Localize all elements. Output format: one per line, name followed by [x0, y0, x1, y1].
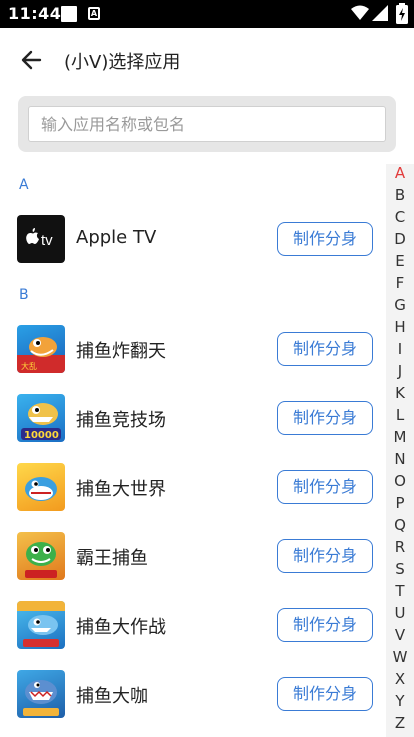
notification-square-icon [61, 6, 77, 22]
list-item: tv Apple TV 制作分身 [0, 209, 384, 269]
fish-game-icon-4 [17, 532, 65, 580]
signal-icon [372, 5, 388, 21]
fish-game-icon-6 [17, 670, 65, 718]
clone-button[interactable]: 制作分身 [277, 470, 373, 504]
app-name: 捕鱼大咖 [76, 686, 148, 707]
clone-button[interactable]: 制作分身 [277, 222, 373, 256]
alpha-letter-w[interactable]: W [386, 648, 414, 666]
app-name: 捕鱼大作战 [76, 617, 166, 638]
fish-game-icon-1: 大乱 [17, 325, 65, 373]
wifi-icon [351, 5, 369, 20]
list-item: 10000 捕鱼竞技场 制作分身 [0, 388, 384, 448]
status-bar: 11:44 A [0, 0, 414, 28]
alpha-letter-d[interactable]: D [386, 230, 414, 248]
apple-tv-icon: tv [17, 215, 65, 263]
fish-game-icon-3 [17, 463, 65, 511]
a-notification-icon: A [88, 7, 100, 20]
alpha-letter-p[interactable]: P [386, 494, 414, 512]
app-name: 捕鱼大世界 [76, 479, 166, 500]
clone-button[interactable]: 制作分身 [277, 539, 373, 573]
alpha-letter-o[interactable]: O [386, 472, 414, 490]
apple-tv-label: tv [41, 232, 53, 249]
alpha-letter-v[interactable]: V [386, 626, 414, 644]
status-time: 11:44 [8, 4, 62, 23]
alpha-letter-i[interactable]: I [386, 340, 414, 358]
svg-text:大乱: 大乱 [21, 361, 37, 371]
app-name: 捕鱼炸翻天 [76, 341, 166, 362]
alpha-letter-l[interactable]: L [386, 406, 414, 424]
alpha-letter-a[interactable]: A [386, 164, 414, 182]
alpha-letter-k[interactable]: K [386, 384, 414, 402]
list-item: 捕鱼大作战 制作分身 [0, 595, 384, 655]
arrow-left-icon[interactable] [18, 46, 46, 74]
alpha-letter-r[interactable]: R [386, 538, 414, 556]
alpha-letter-q[interactable]: Q [386, 516, 414, 534]
alpha-letter-x[interactable]: X [386, 670, 414, 688]
section-header-b: B [19, 287, 29, 303]
clone-button[interactable]: 制作分身 [277, 332, 373, 366]
clone-button[interactable]: 制作分身 [277, 677, 373, 711]
alpha-letter-m[interactable]: M [386, 428, 414, 446]
app-name: 捕鱼竞技场 [76, 410, 166, 431]
alpha-letter-n[interactable]: N [386, 450, 414, 468]
alpha-letter-u[interactable]: U [386, 604, 414, 622]
page-title: (小V)选择应用 [64, 52, 181, 73]
alpha-letter-c[interactable]: C [386, 208, 414, 226]
alpha-letter-h[interactable]: H [386, 318, 414, 336]
alpha-letter-f[interactable]: F [386, 274, 414, 292]
alpha-letter-e[interactable]: E [386, 252, 414, 270]
list-item: 捕鱼大咖 制作分身 [0, 664, 384, 724]
alpha-letter-t[interactable]: T [386, 582, 414, 600]
app-name: Apple TV [76, 227, 157, 248]
app-name: 霸王捕鱼 [76, 548, 148, 569]
list-item: 捕鱼大世界 制作分身 [0, 457, 384, 517]
fish-game-icon-5 [17, 601, 65, 649]
alpha-letter-b[interactable]: B [386, 186, 414, 204]
alpha-letter-z[interactable]: Z [386, 714, 414, 732]
clone-button[interactable]: 制作分身 [277, 401, 373, 435]
alphabet-index[interactable]: A B C D E F G H I J K L M N O P Q R S T … [386, 164, 414, 737]
fish-game-icon-2: 10000 [17, 394, 65, 442]
header: (小V)选择应用 [0, 28, 414, 92]
alpha-letter-j[interactable]: J [386, 362, 414, 380]
svg-text:10000: 10000 [24, 430, 59, 441]
list-item: 大乱 捕鱼炸翻天 制作分身 [0, 319, 384, 379]
search-container [18, 96, 396, 152]
list-item: 霸王捕鱼 制作分身 [0, 526, 384, 586]
section-header-a: A [19, 177, 29, 193]
alpha-letter-s[interactable]: S [386, 560, 414, 578]
battery-icon [396, 3, 408, 24]
search-input[interactable] [28, 106, 386, 142]
clone-button[interactable]: 制作分身 [277, 608, 373, 642]
alpha-letter-y[interactable]: Y [386, 692, 414, 710]
alpha-letter-g[interactable]: G [386, 296, 414, 314]
